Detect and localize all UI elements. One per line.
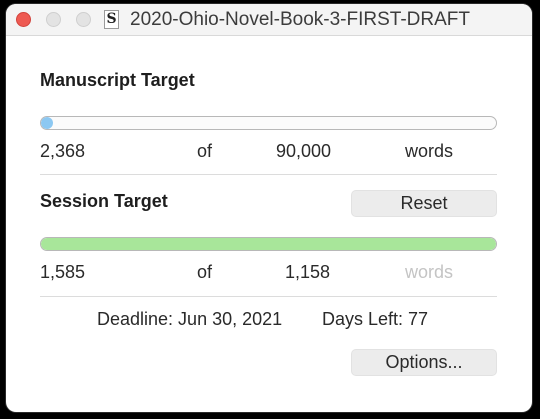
window-title: 2020-Ohio-Novel-Book-3-FIRST-DRAFT (130, 9, 470, 30)
reset-button[interactable]: Reset (351, 190, 497, 217)
session-target-heading: Session Target (40, 191, 168, 211)
section-divider (40, 296, 497, 297)
zoom-window-button[interactable] (76, 12, 91, 27)
session-progress-fill (41, 238, 496, 250)
manuscript-progress-fill (41, 117, 53, 129)
days-left-label: Days Left: 77 (322, 309, 429, 329)
manuscript-unit-label: words (405, 141, 454, 161)
close-window-button[interactable] (16, 12, 31, 27)
options-button[interactable]: Options... (351, 349, 497, 376)
session-current-words: 1,585 (40, 262, 86, 282)
deadline-label: Deadline: Jun 30, 2021 (97, 309, 283, 329)
title-bar[interactable]: S 2020-Ohio-Novel-Book-3-FIRST-DRAFT (6, 4, 532, 36)
session-unit-label: words (405, 262, 454, 282)
project-targets-window: S 2020-Ohio-Novel-Book-3-FIRST-DRAFT Man… (6, 4, 532, 412)
manuscript-target-words: 90,000 (276, 141, 332, 161)
session-target-words: 1,158 (285, 262, 331, 282)
manuscript-of-label: of (197, 141, 213, 161)
session-of-label: of (197, 262, 213, 282)
session-progress-bar (40, 237, 497, 251)
manuscript-target-heading: Manuscript Target (40, 70, 195, 90)
section-divider (40, 174, 497, 175)
document-icon: S (104, 10, 119, 29)
manuscript-progress-bar (40, 116, 497, 130)
minimize-window-button[interactable] (46, 12, 61, 27)
manuscript-current-words: 2,368 (40, 141, 86, 161)
